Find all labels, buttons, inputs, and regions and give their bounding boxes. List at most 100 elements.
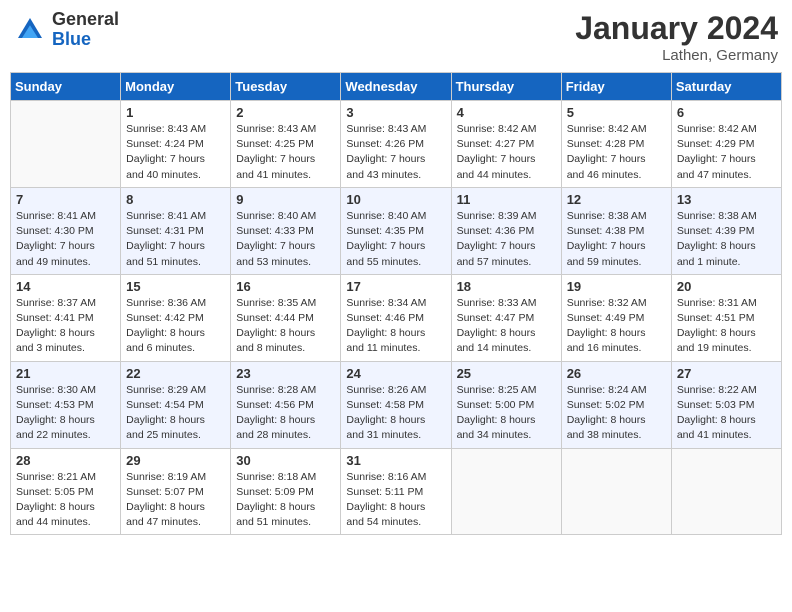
day-info: Sunrise: 8:39 AMSunset: 4:36 PMDaylight:…	[457, 209, 556, 270]
day-number: 7	[16, 192, 115, 207]
calendar-cell: 4Sunrise: 8:42 AMSunset: 4:27 PMDaylight…	[451, 101, 561, 188]
calendar-cell	[11, 101, 121, 188]
col-friday: Friday	[561, 73, 671, 101]
day-info: Sunrise: 8:18 AMSunset: 5:09 PMDaylight:…	[236, 470, 335, 531]
logo-general-text: General	[52, 10, 119, 30]
day-info: Sunrise: 8:22 AMSunset: 5:03 PMDaylight:…	[677, 383, 776, 444]
calendar-cell: 2 Sunrise: 8:43 AMSunset: 4:25 PMDaylight…	[231, 101, 341, 188]
calendar-cell: 12 Sunrise: 8:38 AMSunset: 4:38 PMDayligh…	[561, 187, 671, 274]
calendar-cell: 25 Sunrise: 8:25 AMSunset: 5:00 PMDayligh…	[451, 361, 561, 448]
col-sunday: Sunday	[11, 73, 121, 101]
day-info: Sunrise: 8:30 AMSunset: 4:53 PMDaylight:…	[16, 383, 115, 444]
logo-text: General Blue	[52, 10, 119, 50]
calendar-week-row: 21Sunrise: 8:30 AMSunset: 4:53 PMDayligh…	[11, 361, 782, 448]
calendar-cell: 23Sunrise: 8:28 AMSunset: 4:56 PMDayligh…	[231, 361, 341, 448]
day-number: 27	[677, 366, 776, 381]
calendar-cell: 13 Sunrise: 8:38 AMSunset: 4:39 PMDayligh…	[671, 187, 781, 274]
day-info: Sunrise: 8:26 AMSunset: 4:58 PMDaylight:…	[346, 383, 445, 444]
day-info: Sunrise: 8:41 AMSunset: 4:30 PMDaylight:…	[16, 209, 115, 270]
calendar-cell: 19Sunrise: 8:32 AMSunset: 4:49 PMDayligh…	[561, 274, 671, 361]
day-number: 25	[457, 366, 556, 381]
calendar-cell: 15Sunrise: 8:36 AMSunset: 4:42 PMDayligh…	[121, 274, 231, 361]
calendar-cell: 10 Sunrise: 8:40 AMSunset: 4:35 PMDayligh…	[341, 187, 451, 274]
calendar-cell: 7 Sunrise: 8:41 AMSunset: 4:30 PMDaylight…	[11, 187, 121, 274]
day-info: Sunrise: 8:42 AMSunset: 4:28 PMDaylight:…	[567, 122, 666, 183]
day-number: 28	[16, 453, 115, 468]
day-number: 2	[236, 105, 335, 120]
day-info: Sunrise: 8:28 AMSunset: 4:56 PMDaylight:…	[236, 383, 335, 444]
day-info: Sunrise: 8:38 AMSunset: 4:39 PMDaylight:…	[677, 209, 776, 270]
day-number: 26	[567, 366, 666, 381]
location-text: Lathen, Germany	[575, 47, 778, 64]
calendar-table: Sunday Monday Tuesday Wednesday Thursday…	[10, 72, 782, 535]
day-number: 13	[677, 192, 776, 207]
calendar-cell: 24 Sunrise: 8:26 AMSunset: 4:58 PMDayligh…	[341, 361, 451, 448]
calendar-cell: 27 Sunrise: 8:22 AMSunset: 5:03 PMDayligh…	[671, 361, 781, 448]
day-number: 18	[457, 279, 556, 294]
calendar-cell: 5 Sunrise: 8:42 AMSunset: 4:28 PMDaylight…	[561, 101, 671, 188]
day-info: Sunrise: 8:38 AMSunset: 4:38 PMDaylight:…	[567, 209, 666, 270]
calendar-cell	[451, 448, 561, 535]
calendar-cell: 31 Sunrise: 8:16 AMSunset: 5:11 PMDayligh…	[341, 448, 451, 535]
day-number: 9	[236, 192, 335, 207]
day-number: 14	[16, 279, 115, 294]
day-number: 6	[677, 105, 776, 120]
day-info: Sunrise: 8:34 AMSunset: 4:46 PMDaylight:…	[346, 296, 445, 357]
calendar-cell: 8Sunrise: 8:41 AMSunset: 4:31 PMDaylight…	[121, 187, 231, 274]
calendar-cell: 20Sunrise: 8:31 AMSunset: 4:51 PMDayligh…	[671, 274, 781, 361]
day-number: 31	[346, 453, 445, 468]
day-number: 17	[346, 279, 445, 294]
col-tuesday: Tuesday	[231, 73, 341, 101]
day-number: 12	[567, 192, 666, 207]
title-block: January 2024 Lathen, Germany	[575, 10, 778, 64]
day-number: 10	[346, 192, 445, 207]
month-title: January 2024	[575, 10, 778, 47]
calendar-cell: 16 Sunrise: 8:35 AMSunset: 4:44 PMDayligh…	[231, 274, 341, 361]
day-number: 24	[346, 366, 445, 381]
day-info: Sunrise: 8:29 AMSunset: 4:54 PMDaylight:…	[126, 383, 225, 444]
day-number: 15	[126, 279, 225, 294]
day-info: Sunrise: 8:25 AMSunset: 5:00 PMDaylight:…	[457, 383, 556, 444]
calendar-cell: 26 Sunrise: 8:24 AMSunset: 5:02 PMDayligh…	[561, 361, 671, 448]
day-info: Sunrise: 8:21 AMSunset: 5:05 PMDaylight:…	[16, 470, 115, 531]
day-info: Sunrise: 8:35 AMSunset: 4:44 PMDaylight:…	[236, 296, 335, 357]
day-info: Sunrise: 8:43 AMSunset: 4:25 PMDaylight:…	[236, 122, 335, 183]
day-info: Sunrise: 8:32 AMSunset: 4:49 PMDaylight:…	[567, 296, 666, 357]
day-info: Sunrise: 8:40 AMSunset: 4:35 PMDaylight:…	[346, 209, 445, 270]
calendar-cell: 18 Sunrise: 8:33 AMSunset: 4:47 PMDayligh…	[451, 274, 561, 361]
calendar-cell: 11 Sunrise: 8:39 AMSunset: 4:36 PMDayligh…	[451, 187, 561, 274]
day-info: Sunrise: 8:33 AMSunset: 4:47 PMDaylight:…	[457, 296, 556, 357]
calendar-cell: 30 Sunrise: 8:18 AMSunset: 5:09 PMDayligh…	[231, 448, 341, 535]
calendar-week-row: 1Sunrise: 8:43 AMSunset: 4:24 PMDaylight…	[11, 101, 782, 188]
calendar-cell: 3Sunrise: 8:43 AMSunset: 4:26 PMDaylight…	[341, 101, 451, 188]
calendar-cell	[671, 448, 781, 535]
day-number: 30	[236, 453, 335, 468]
calendar-week-row: 7 Sunrise: 8:41 AMSunset: 4:30 PMDaylight…	[11, 187, 782, 274]
day-number: 16	[236, 279, 335, 294]
day-number: 4	[457, 105, 556, 120]
calendar-cell: 28 Sunrise: 8:21 AMSunset: 5:05 PMDayligh…	[11, 448, 121, 535]
logo: General Blue	[14, 10, 119, 50]
day-info: Sunrise: 8:40 AMSunset: 4:33 PMDaylight:…	[236, 209, 335, 270]
day-info: Sunrise: 8:24 AMSunset: 5:02 PMDaylight:…	[567, 383, 666, 444]
day-number: 29	[126, 453, 225, 468]
calendar-cell: 6 Sunrise: 8:42 AMSunset: 4:29 PMDaylight…	[671, 101, 781, 188]
calendar-cell: 1Sunrise: 8:43 AMSunset: 4:24 PMDaylight…	[121, 101, 231, 188]
day-info: Sunrise: 8:42 AMSunset: 4:29 PMDaylight:…	[677, 122, 776, 183]
day-info: Sunrise: 8:43 AMSunset: 4:26 PMDaylight:…	[346, 122, 445, 183]
calendar-cell: 17 Sunrise: 8:34 AMSunset: 4:46 PMDayligh…	[341, 274, 451, 361]
col-thursday: Thursday	[451, 73, 561, 101]
logo-blue-text: Blue	[52, 30, 119, 50]
day-number: 22	[126, 366, 225, 381]
calendar-cell: 22 Sunrise: 8:29 AMSunset: 4:54 PMDayligh…	[121, 361, 231, 448]
calendar-cell	[561, 448, 671, 535]
col-monday: Monday	[121, 73, 231, 101]
calendar-cell: 9 Sunrise: 8:40 AMSunset: 4:33 PMDaylight…	[231, 187, 341, 274]
day-number: 11	[457, 192, 556, 207]
day-info: Sunrise: 8:16 AMSunset: 5:11 PMDaylight:…	[346, 470, 445, 531]
calendar-header-row: Sunday Monday Tuesday Wednesday Thursday…	[11, 73, 782, 101]
day-info: Sunrise: 8:31 AMSunset: 4:51 PMDaylight:…	[677, 296, 776, 357]
day-number: 5	[567, 105, 666, 120]
day-number: 1	[126, 105, 225, 120]
day-info: Sunrise: 8:19 AMSunset: 5:07 PMDaylight:…	[126, 470, 225, 531]
